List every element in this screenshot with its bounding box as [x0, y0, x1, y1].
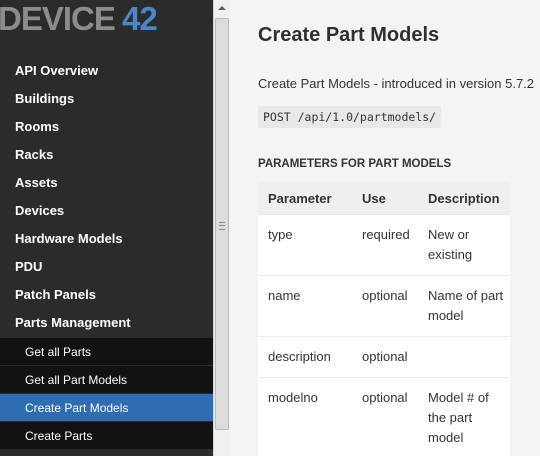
cell-description	[418, 337, 510, 378]
endpoint-code: POST /api/1.0/partmodels/	[258, 106, 441, 128]
scroll-up-arrow-icon[interactable]	[214, 0, 230, 17]
cell-use: optional	[352, 276, 418, 337]
cell-use: optional	[352, 337, 418, 378]
sidebar-subitem-get-all-parts[interactable]: Get all Parts	[0, 337, 213, 365]
table-row: description optional	[258, 337, 510, 378]
sidebar-item-racks[interactable]: Racks	[0, 141, 213, 169]
column-header-use: Use	[352, 182, 418, 215]
cell-use: optional	[352, 378, 418, 458]
svg-text:42: 42	[122, 0, 157, 37]
logo-graphic: DEVICE 42	[0, 0, 213, 40]
intro-text: Create Part Models - introduced in versi…	[258, 76, 534, 91]
section-heading: PARAMETERS FOR PART MODELS	[258, 158, 451, 170]
table-row: modelno optional Model # of the part mod…	[258, 378, 510, 458]
column-header-parameter: Parameter	[258, 182, 352, 215]
sidebar: DEVICE 42 API Overview Buildings Rooms R…	[0, 0, 213, 456]
sidebar-item-rooms[interactable]: Rooms	[0, 113, 213, 141]
sidebar-subitem-create-parts[interactable]: Create Parts	[0, 421, 213, 449]
cell-description: Name of part model	[418, 276, 510, 337]
table-row: type required New or existing	[258, 215, 510, 276]
column-header-description: Description	[418, 182, 510, 215]
svg-text:DEVICE: DEVICE	[0, 0, 115, 37]
table-header-row: Parameter Use Description	[258, 182, 510, 215]
sidebar-item-patch-panels[interactable]: Patch Panels	[0, 281, 213, 309]
sidebar-scrollbar[interactable]	[213, 0, 230, 456]
cell-use: required	[352, 215, 418, 276]
page-title: Create Part Models	[258, 24, 439, 47]
table-row: name optional Name of part model	[258, 276, 510, 337]
sidebar-item-devices[interactable]: Devices	[0, 197, 213, 225]
cell-description: New or existing	[418, 215, 510, 276]
sidebar-item-api-overview[interactable]: API Overview	[0, 57, 213, 85]
sidebar-item-hardware-models[interactable]: Hardware Models	[0, 225, 213, 253]
sidebar-item-pdu[interactable]: PDU	[0, 253, 213, 281]
scrollbar-thumb[interactable]	[215, 18, 229, 430]
sidebar-item-buildings[interactable]: Buildings	[0, 85, 213, 113]
cell-description: Model # of the part model	[418, 378, 510, 458]
cell-parameter: type	[258, 215, 352, 276]
sidebar-subitem-create-part-models[interactable]: Create Part Models	[0, 393, 213, 421]
device42-logo[interactable]: DEVICE 42	[0, 0, 213, 40]
cell-parameter: modelno	[258, 378, 352, 458]
sidebar-item-assets[interactable]: Assets	[0, 169, 213, 197]
cell-parameter: name	[258, 276, 352, 337]
parameters-table: Parameter Use Description type required …	[258, 182, 510, 458]
sidebar-item-parts-management[interactable]: Parts Management	[0, 309, 213, 337]
scroll-grip-icon	[219, 222, 225, 230]
sidebar-subitem-get-all-part-models[interactable]: Get all Part Models	[0, 365, 213, 393]
cell-parameter: description	[258, 337, 352, 378]
